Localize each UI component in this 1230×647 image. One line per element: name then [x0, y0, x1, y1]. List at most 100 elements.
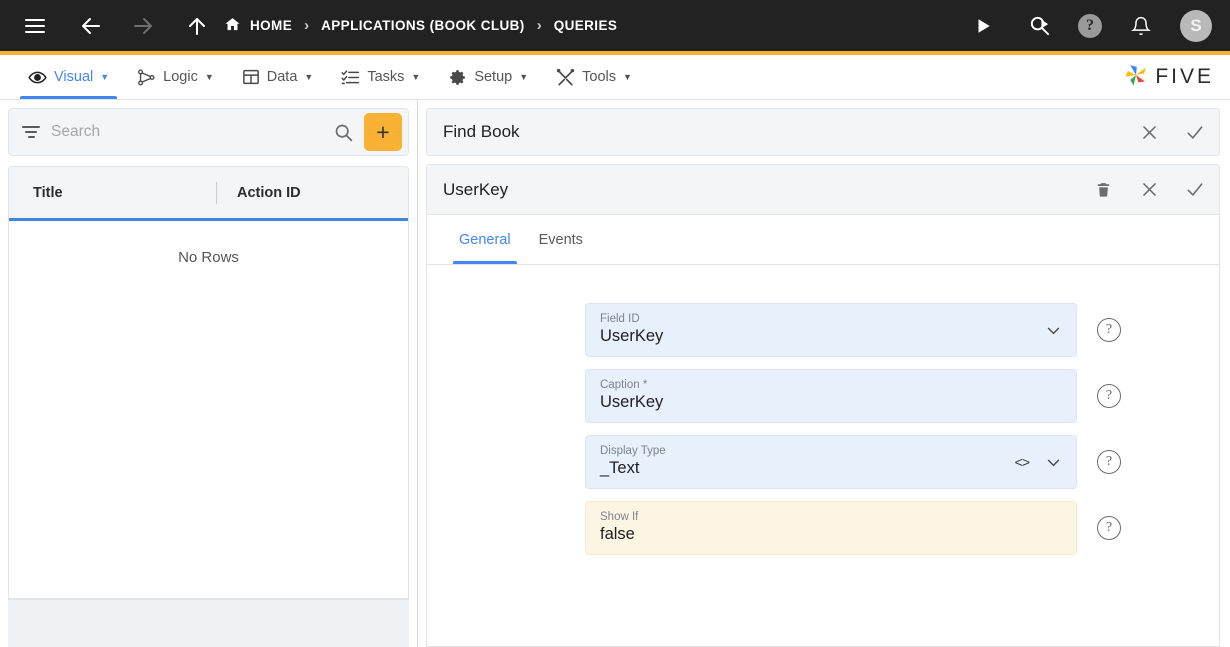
bell-icon[interactable]: [1124, 9, 1158, 43]
field-editor-title: UserKey: [443, 179, 509, 199]
check-icon[interactable]: [1185, 180, 1205, 200]
filter-icon[interactable]: [21, 126, 41, 138]
avatar-initial: S: [1190, 15, 1202, 35]
empty-state-message: No Rows: [178, 249, 239, 266]
queries-list-card: Title Action ID No Rows: [8, 166, 409, 599]
search-input[interactable]: [51, 123, 323, 141]
caption-input[interactable]: Caption * UserKey: [585, 369, 1077, 423]
help-glyph: ?: [1086, 16, 1094, 34]
chevron-down-icon: ▼: [304, 72, 314, 82]
help-icon[interactable]: ?: [1097, 450, 1121, 474]
breadcrumb-applications-label: APPLICATIONS (BOOK CLUB): [321, 18, 525, 33]
breadcrumb-separator-1: ›: [304, 17, 310, 34]
form-header-actions: [1139, 122, 1205, 142]
field-editor-card: UserKey General Events Field ID UserKey …: [426, 164, 1220, 647]
arrow-up-icon[interactable]: [180, 9, 214, 43]
field-id-value: UserKey: [600, 326, 664, 345]
display-type-value: _Text: [600, 458, 640, 477]
menu-item-logic[interactable]: Logic ▼: [123, 55, 228, 99]
display-type-input[interactable]: Display Type _Text <>: [585, 435, 1077, 489]
topbar-actions: ? S: [966, 9, 1212, 43]
caption-value: UserKey: [600, 392, 664, 411]
menu-item-data-label: Data: [266, 69, 298, 85]
arrow-left-icon[interactable]: [74, 9, 108, 43]
chevron-down-icon: ▼: [519, 72, 529, 82]
application-menu-bar: Visual ▼ Logic ▼ Data ▼ Tasks ▼ Setup ▼: [0, 55, 1230, 100]
search-bar: +: [8, 108, 409, 156]
top-navigation-bar: HOME › APPLICATIONS (BOOK CLUB) › QUERIE…: [0, 0, 1230, 55]
hamburger-icon[interactable]: [18, 9, 52, 43]
play-icon[interactable]: [966, 9, 1000, 43]
field-id-input[interactable]: Field ID UserKey: [585, 303, 1077, 357]
help-icon[interactable]: ?: [1097, 318, 1121, 342]
menu-item-tasks-label: Tasks: [367, 69, 405, 85]
five-pinwheel-logo: [1123, 62, 1149, 93]
tab-events[interactable]: Events: [525, 215, 597, 264]
chevron-down-icon[interactable]: [1045, 454, 1062, 471]
gear-icon: [448, 68, 467, 87]
table-body: No Rows: [9, 221, 408, 598]
logic-nodes-icon: [137, 68, 156, 87]
check-icon[interactable]: [1185, 122, 1205, 142]
breadcrumb-home-label: HOME: [250, 18, 293, 33]
close-icon[interactable]: [1139, 122, 1159, 142]
page-title: Find Book: [443, 122, 520, 141]
menu-item-visual-label: Visual: [54, 69, 94, 85]
column-header-action-id[interactable]: Action ID: [217, 185, 301, 201]
column-header-title[interactable]: Title: [11, 185, 216, 201]
add-button[interactable]: +: [364, 113, 402, 151]
magnifier-icon[interactable]: [333, 122, 354, 143]
breadcrumb-home[interactable]: HOME: [224, 16, 292, 36]
form-row-show-if: Show If false ?: [427, 501, 1219, 555]
display-type-label: Display Type: [600, 445, 666, 458]
brand-logo: FIVE: [1123, 55, 1230, 99]
field-editor-actions: [1093, 180, 1205, 200]
chevron-down-icon: ▼: [100, 72, 110, 82]
show-if-input[interactable]: Show If false: [585, 501, 1077, 555]
menu-item-setup-label: Setup: [474, 69, 513, 85]
table-header-row: Title Action ID: [9, 167, 408, 221]
arrow-right-icon: [126, 9, 160, 43]
form-row-field-id: Field ID UserKey ?: [427, 303, 1219, 357]
table-grid-icon: [242, 68, 260, 86]
caption-label: Caption *: [600, 379, 648, 392]
breadcrumb-queries[interactable]: QUERIES: [554, 18, 618, 33]
menu-item-tools[interactable]: Tools ▼: [542, 55, 646, 99]
menu-item-logic-label: Logic: [163, 69, 198, 85]
tools-icon: [556, 68, 575, 87]
main-panel: Find Book UserKey General Events Field I…: [418, 100, 1230, 647]
brand-name: FIVE: [1155, 65, 1214, 88]
code-brackets-icon[interactable]: <>: [1015, 454, 1030, 470]
form-fields-area: Field ID UserKey ? Caption * UserKey ? D…: [427, 265, 1219, 646]
tab-general[interactable]: General: [445, 215, 525, 264]
form-row-caption: Caption * UserKey ?: [427, 369, 1219, 423]
close-icon[interactable]: [1139, 180, 1159, 200]
help-circle-icon[interactable]: ?: [1078, 13, 1102, 38]
chevron-down-icon: ▼: [623, 72, 632, 82]
sidebar-footer: [8, 599, 409, 647]
search-play-icon[interactable]: [1022, 9, 1056, 43]
help-icon[interactable]: ?: [1097, 516, 1121, 540]
trash-icon[interactable]: [1093, 180, 1113, 200]
checklist-icon: [341, 68, 360, 87]
form-row-display-type: Display Type _Text <> ?: [427, 435, 1219, 489]
form-header-bar: Find Book: [426, 108, 1220, 156]
help-icon[interactable]: ?: [1097, 384, 1121, 408]
chevron-down-icon: ▼: [411, 72, 421, 82]
avatar[interactable]: S: [1180, 9, 1212, 42]
show-if-value: false: [600, 524, 635, 543]
field-editor-tabs: General Events: [427, 215, 1219, 265]
field-id-label: Field ID: [600, 313, 640, 326]
workspace: + Title Action ID No Rows Find Book: [0, 100, 1230, 647]
breadcrumb-separator-2: ›: [536, 17, 542, 34]
chevron-down-icon[interactable]: [1045, 322, 1062, 339]
menu-item-tasks[interactable]: Tasks ▼: [327, 55, 434, 99]
menu-item-data[interactable]: Data ▼: [228, 55, 328, 99]
menu-item-visual[interactable]: Visual ▼: [14, 55, 123, 99]
menu-item-setup[interactable]: Setup ▼: [434, 55, 542, 99]
menu-item-tools-label: Tools: [582, 69, 616, 85]
breadcrumb-applications[interactable]: APPLICATIONS (BOOK CLUB): [321, 18, 525, 33]
show-if-label: Show If: [600, 511, 639, 524]
sidebar-panel: + Title Action ID No Rows: [0, 100, 418, 647]
home-icon: [224, 16, 241, 36]
